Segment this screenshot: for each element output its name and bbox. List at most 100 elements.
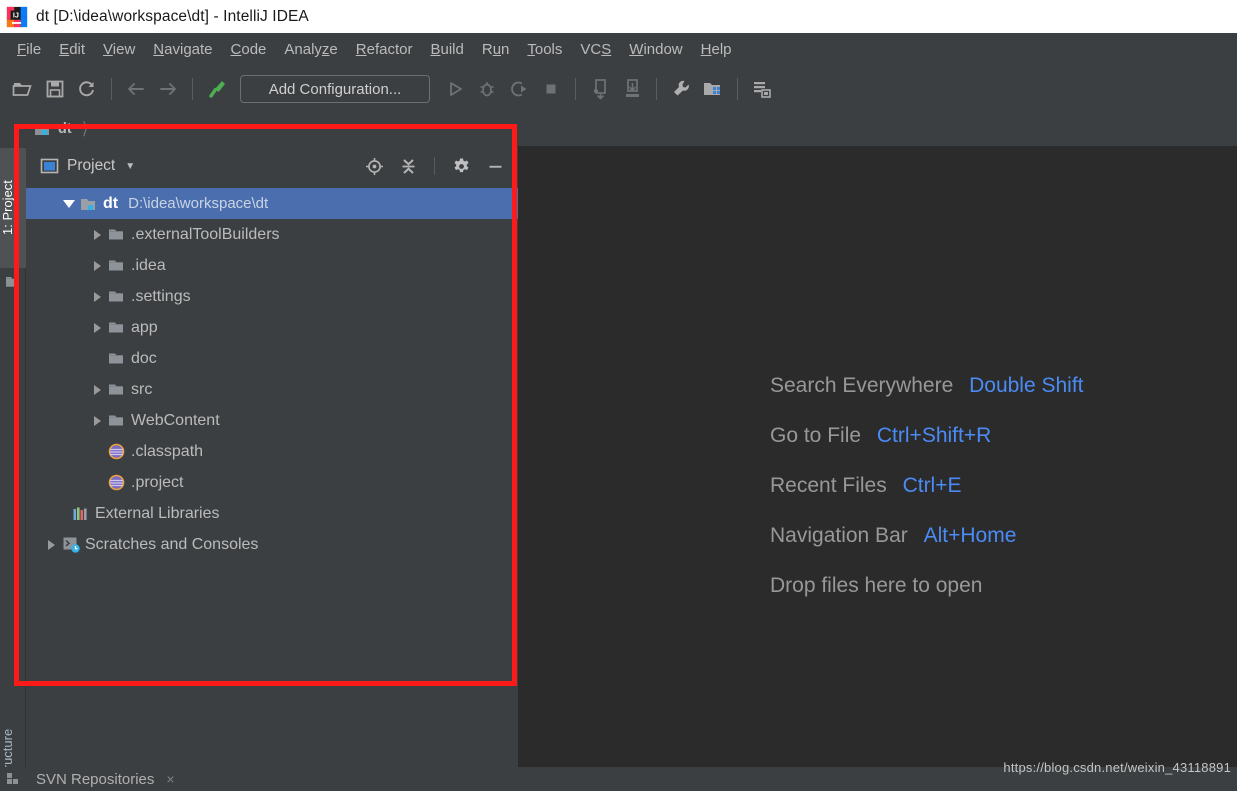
tree-row[interactable]: .classpath [26, 436, 518, 467]
hint-key-label: Ctrl+Shift+R [876, 424, 992, 447]
tree-row[interactable]: doc [26, 343, 518, 374]
breadcrumb-project[interactable]: dt ⟩ [34, 119, 88, 139]
project-tool-window: Project ▼ dt D:\idea\workspace\dt .exter… [26, 146, 519, 767]
bottom-tab-label: SVN Repositories [36, 770, 155, 788]
hint-action-label: Navigation Bar [770, 524, 908, 547]
sdk-manager-icon[interactable] [747, 74, 777, 104]
hint-navigation-bar: Navigation Bar Alt+Home [770, 524, 1084, 548]
menu-item-file[interactable]: File [8, 38, 50, 61]
project-panel-header: Project ▼ [26, 146, 518, 186]
tree-twisty-closed-icon[interactable] [88, 415, 106, 426]
menu-item-navigate[interactable]: Navigate [144, 38, 221, 61]
tree-node-label: .settings [131, 287, 191, 305]
bottom-tab-svn-repositories[interactable]: SVN Repositories × [36, 767, 175, 791]
intellij-idea-window: IJ dt [D:\idea\workspace\dt] - IntelliJ … [0, 0, 1237, 791]
toolbar-separator-4 [656, 78, 657, 100]
hint-action-label: Go to File [770, 424, 862, 447]
toolbar-separator-3 [575, 78, 576, 100]
open-project-icon[interactable] [8, 74, 38, 104]
menu-item-code[interactable]: Code [222, 38, 276, 61]
debug-icon[interactable] [472, 74, 502, 104]
tree-node-label: .project [131, 473, 184, 491]
menu-item-edit[interactable]: Edit [50, 38, 94, 61]
hint-action-label: Recent Files [770, 474, 887, 497]
minimize-icon[interactable] [482, 153, 508, 179]
tree-node-label: .classpath [131, 442, 204, 460]
update-project-icon[interactable] [585, 74, 615, 104]
menu-item-run[interactable]: Run [473, 38, 519, 61]
folder-icon [106, 227, 128, 242]
project-structure-icon[interactable] [698, 74, 728, 104]
scratches-icon [60, 536, 82, 554]
build-hammer-icon[interactable] [202, 74, 232, 104]
locate-target-icon[interactable] [361, 153, 387, 179]
hint-action-label: Drop files here to open [770, 574, 983, 597]
menu-item-analyze[interactable]: Analyze [275, 38, 346, 61]
tree-twisty-closed-icon[interactable] [88, 229, 106, 240]
tree-row[interactable]: app [26, 312, 518, 343]
project-folder-icon [35, 124, 49, 135]
tree-node-label: app [131, 318, 158, 336]
hint-drop-files: Drop files here to open [770, 574, 1084, 598]
folder-icon [106, 413, 128, 428]
menu-item-vcs[interactable]: VCS [571, 38, 620, 61]
folder-icon [106, 258, 128, 273]
toolbar-separator-2 [192, 78, 193, 100]
stop-icon[interactable] [536, 74, 566, 104]
save-all-icon[interactable] [40, 74, 70, 104]
tree-twisty-closed-icon[interactable] [88, 322, 106, 333]
menu-item-help[interactable]: Help [692, 38, 741, 61]
window-title: dt [D:\idea\workspace\dt] - IntelliJ IDE… [36, 7, 309, 25]
watermark-text: https://blog.csdn.net/weixin_43118891 [1003, 760, 1231, 775]
tree-twisty-closed-icon[interactable] [88, 384, 106, 395]
back-arrow-icon[interactable] [121, 74, 151, 104]
tree-row[interactable]: dt D:\idea\workspace\dt [26, 188, 518, 219]
settings-wrench-icon[interactable] [666, 74, 696, 104]
tree-twisty-closed-icon[interactable] [88, 260, 106, 271]
forward-arrow-icon[interactable] [153, 74, 183, 104]
commit-icon[interactable] [617, 74, 647, 104]
file-generic-icon [106, 443, 128, 460]
gear-icon[interactable] [448, 153, 474, 179]
project-root-icon [78, 196, 100, 212]
close-icon[interactable]: × [166, 771, 174, 787]
project-view-icon [40, 158, 59, 173]
hint-key-label: Alt+Home [923, 524, 1017, 547]
tree-twisty-closed-icon[interactable] [88, 291, 106, 302]
tree-node-label: Scratches and Consoles [85, 535, 259, 553]
chevron-down-icon[interactable]: ▼ [125, 161, 135, 172]
tree-twisty-closed-icon[interactable] [42, 539, 60, 550]
sidebar-item-project[interactable]: 1: Project [0, 148, 26, 268]
left-tool-strip: 1: Project 7: Structure [0, 146, 26, 791]
menu-item-window[interactable]: Window [620, 38, 691, 61]
tree-row[interactable]: src [26, 374, 518, 405]
tree-row[interactable]: Scratches and Consoles [26, 529, 518, 560]
tree-node-label: doc [131, 349, 157, 367]
toolbar-separator-5 [737, 78, 738, 100]
tree-node-path: D:\idea\workspace\dt [128, 195, 269, 212]
run-icon[interactable] [440, 74, 470, 104]
hint-go-to-file: Go to File Ctrl+Shift+R [770, 424, 1084, 448]
editor-area[interactable]: Search Everywhere Double Shift Go to Fil… [519, 146, 1237, 767]
tree-row[interactable]: .idea [26, 250, 518, 281]
tree-row[interactable]: External Libraries [26, 498, 518, 529]
folder-icon [106, 382, 128, 397]
tree-row[interactable]: .settings [26, 281, 518, 312]
tree-node-label: .externalToolBuilders [131, 225, 280, 243]
tree-twisty-open-icon[interactable] [60, 199, 78, 208]
menu-item-build[interactable]: Build [421, 38, 472, 61]
tree-row[interactable]: .externalToolBuilders [26, 219, 518, 250]
collapse-all-icon[interactable] [395, 153, 421, 179]
tree-row[interactable]: WebContent [26, 405, 518, 436]
add-configuration-button[interactable]: Add Configuration... [240, 75, 430, 103]
menu-item-tools[interactable]: Tools [518, 38, 571, 61]
hint-key-label: Ctrl+E [902, 474, 962, 497]
sync-refresh-icon[interactable] [72, 74, 102, 104]
tree-row[interactable]: .project [26, 467, 518, 498]
run-coverage-icon[interactable] [504, 74, 534, 104]
menu-item-refactor[interactable]: Refactor [347, 38, 422, 61]
project-files-icon[interactable] [5, 274, 21, 290]
menu-item-view[interactable]: View [94, 38, 144, 61]
modules-icon[interactable] [5, 771, 21, 787]
project-tree: dt D:\idea\workspace\dt .externalToolBui… [26, 186, 518, 560]
